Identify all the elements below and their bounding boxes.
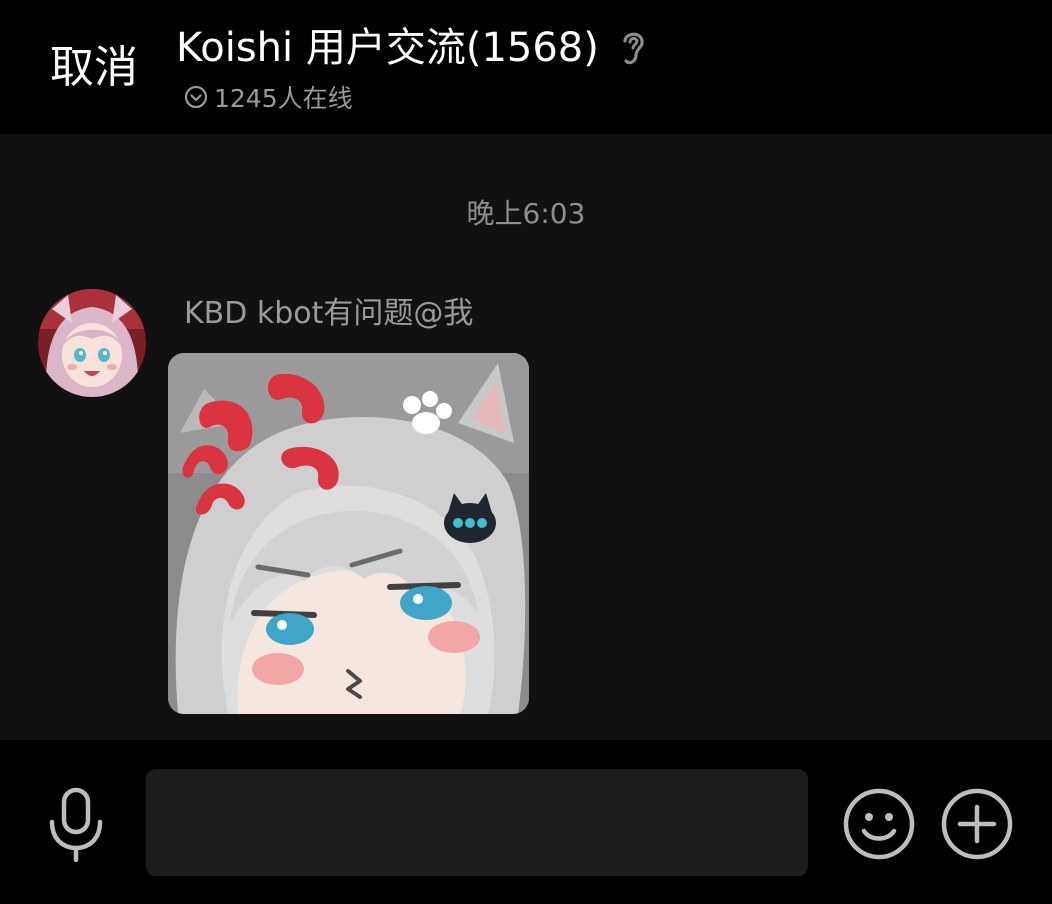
cancel-button[interactable]: 取消 <box>50 40 138 96</box>
message-list[interactable]: 晚上6:03 KBD kbot有问题@我 <box>0 134 1052 740</box>
message-input[interactable] <box>146 769 808 876</box>
group-title[interactable]: Koishi 用户交流(1568) <box>176 20 599 76</box>
title-row: Koishi 用户交流(1568) <box>176 20 649 76</box>
smiley-icon[interactable] <box>842 787 916 861</box>
ear-icon <box>617 27 649 69</box>
avatar[interactable] <box>38 289 146 397</box>
input-bar <box>0 740 1052 904</box>
sender-name: KBD kbot有问题@我 <box>184 296 474 331</box>
online-count: 1245人在线 <box>214 84 353 113</box>
message-timestamp: 晚上6:03 <box>466 197 586 230</box>
online-status[interactable]: 1245人在线 <box>184 80 353 114</box>
sticker-image[interactable] <box>168 353 529 714</box>
plus-circle-icon[interactable] <box>940 787 1014 861</box>
chat-header: 取消 Koishi 用户交流(1568) 1245人在线 <box>0 0 1052 134</box>
check-circle-icon <box>184 85 208 109</box>
microphone-icon[interactable] <box>44 786 108 863</box>
